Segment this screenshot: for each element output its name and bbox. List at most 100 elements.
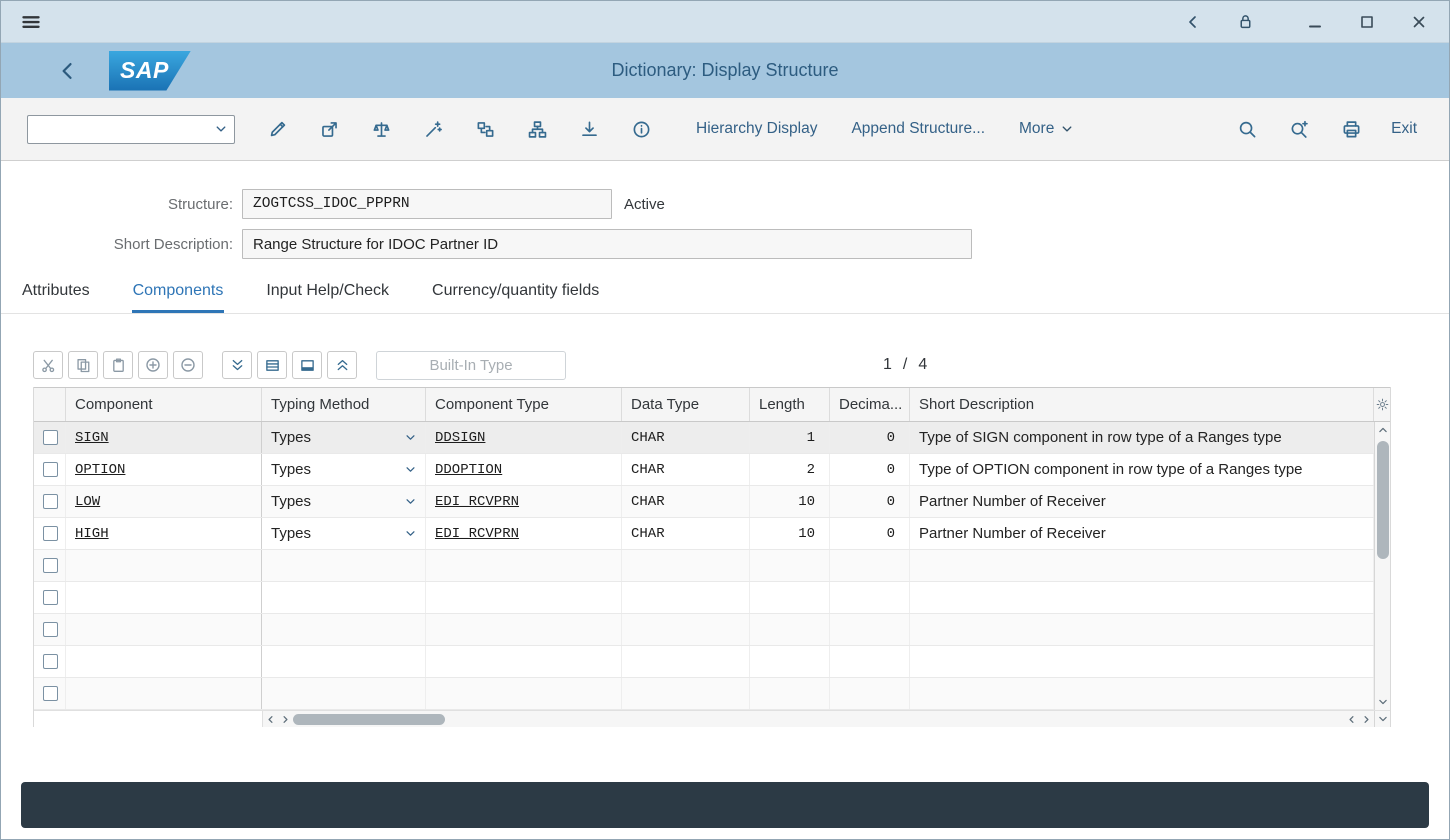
row-checkbox[interactable] <box>43 654 58 669</box>
insert-row-button[interactable] <box>257 351 287 379</box>
component-link[interactable]: LOW <box>75 494 100 510</box>
header-component[interactable]: Component <box>66 388 262 421</box>
exit-button[interactable]: Exit <box>1377 120 1423 138</box>
paste-button[interactable] <box>103 351 133 379</box>
table-row-empty <box>34 678 1374 710</box>
scroll-to-top-button[interactable] <box>327 351 357 379</box>
component-link[interactable]: HIGH <box>75 526 109 542</box>
component-type-link[interactable]: DDOPTION <box>435 462 502 478</box>
maximize-button[interactable] <box>1355 10 1379 34</box>
insert-line-button[interactable] <box>138 351 168 379</box>
tab-currency-quantity-fields[interactable]: Currency/quantity fields <box>431 271 600 313</box>
scroll-to-bottom-button[interactable] <box>222 351 252 379</box>
import-button[interactable] <box>563 111 615 147</box>
short-description-label: Short Description: <box>1 236 233 253</box>
row-checkbox[interactable] <box>43 686 58 701</box>
data-type-cell: CHAR <box>622 486 750 517</box>
information-button[interactable] <box>615 111 667 147</box>
delete-line-button[interactable] <box>173 351 203 379</box>
print-button[interactable] <box>1325 111 1377 147</box>
chevron-left-icon <box>1185 14 1201 30</box>
close-button[interactable] <box>1407 10 1431 34</box>
horizontal-scrollbar[interactable] <box>262 711 1374 727</box>
row-counter-current: 1 <box>883 356 892 374</box>
typing-method-select[interactable]: Types <box>262 422 426 453</box>
chevron-down-icon <box>405 464 416 475</box>
display-change-button[interactable] <box>251 111 303 147</box>
menu-hamburger-button[interactable] <box>19 10 43 34</box>
row-checkbox[interactable] <box>43 558 58 573</box>
more-button[interactable]: More <box>1002 111 1090 147</box>
vertical-scroll-thumb[interactable] <box>1377 441 1389 559</box>
header-select-column <box>34 388 66 421</box>
tab-components[interactable]: Components <box>132 271 225 313</box>
decimals-cell: 0 <box>830 486 910 517</box>
minimize-button[interactable] <box>1303 10 1327 34</box>
header-decimals[interactable]: Decima... <box>830 388 910 421</box>
component-link[interactable]: OPTION <box>75 462 125 478</box>
table-settings-button[interactable] <box>1374 388 1390 421</box>
row-checkbox[interactable] <box>43 462 58 477</box>
scroll-left-end-button[interactable] <box>1344 711 1359 727</box>
structure-input[interactable]: ZOGTCSS_IDOC_PPPRN <box>242 189 612 219</box>
scroll-up-button[interactable] <box>1375 422 1390 438</box>
info-icon <box>632 120 651 139</box>
row-checkbox[interactable] <box>43 526 58 541</box>
search-button[interactable] <box>1221 111 1273 147</box>
fixed-column-spacer <box>34 711 262 727</box>
length-cell: 1 <box>750 422 830 453</box>
length-cell: 2 <box>750 454 830 485</box>
vertical-scrollbar[interactable] <box>1374 422 1390 710</box>
close-icon <box>1411 14 1427 30</box>
typing-method-select[interactable]: Types <box>262 454 426 485</box>
component-type-link[interactable]: EDI_RCVPRN <box>435 526 519 542</box>
built-in-type-button[interactable]: Built-In Type <box>376 351 566 380</box>
scrollbar-corner[interactable] <box>1374 711 1390 727</box>
back-button[interactable] <box>55 58 81 84</box>
where-used-button[interactable] <box>459 111 511 147</box>
hierarchy-button[interactable] <box>511 111 563 147</box>
tab-input-help-check[interactable]: Input Help/Check <box>265 271 390 313</box>
scroll-left-button[interactable] <box>263 711 278 727</box>
components-grid: Built-In Type 1 / 4 Component Typing Met… <box>33 346 1391 727</box>
command-field[interactable] <box>27 115 235 144</box>
vertical-scroll-track[interactable] <box>1375 438 1390 694</box>
row-checkbox[interactable] <box>43 430 58 445</box>
header-length[interactable]: Length <box>750 388 830 421</box>
content-area: Structure: ZOGTCSS_IDOC_PPPRN Active Sho… <box>1 161 1449 839</box>
cut-button[interactable] <box>33 351 63 379</box>
session-lock-button[interactable] <box>1233 10 1257 34</box>
header-short-description[interactable]: Short Description <box>910 388 1374 421</box>
other-object-button[interactable] <box>303 111 355 147</box>
row-checkbox[interactable] <box>43 494 58 509</box>
search-more-button[interactable] <box>1273 111 1325 147</box>
component-link[interactable]: SIGN <box>75 430 109 446</box>
copy-button[interactable] <box>68 351 98 379</box>
component-type-link[interactable]: DDSIGN <box>435 430 485 446</box>
scroll-right-button[interactable] <box>278 711 293 727</box>
table-row-empty <box>34 550 1374 582</box>
row-checkbox[interactable] <box>43 622 58 637</box>
object-form: Structure: ZOGTCSS_IDOC_PPPRN Active Sho… <box>1 161 1449 259</box>
typing-method-select[interactable]: Types <box>262 518 426 549</box>
typing-method-select[interactable]: Types <box>262 486 426 517</box>
compare-button[interactable] <box>355 111 407 147</box>
titlebar-back-button[interactable] <box>1181 10 1205 34</box>
header-data-type[interactable]: Data Type <box>622 388 750 421</box>
header-typing-method[interactable]: Typing Method <box>262 388 426 421</box>
decimals-cell: 0 <box>830 454 910 485</box>
append-structure-button[interactable]: Append Structure... <box>834 111 1002 147</box>
short-description-input[interactable]: Range Structure for IDOC Partner ID <box>242 229 972 259</box>
search-plus-icon <box>1290 120 1309 139</box>
scroll-down-button[interactable] <box>1375 694 1390 710</box>
row-checkbox[interactable] <box>43 590 58 605</box>
tab-attributes[interactable]: Attributes <box>21 271 91 313</box>
header-component-type[interactable]: Component Type <box>426 388 622 421</box>
component-type-link[interactable]: EDI_RCVPRN <box>435 494 519 510</box>
hierarchy-display-button[interactable]: Hierarchy Display <box>679 111 834 147</box>
grid-toolbar: Built-In Type 1 / 4 <box>33 346 1391 384</box>
scroll-right-end-button[interactable] <box>1359 711 1374 727</box>
activate-button[interactable] <box>407 111 459 147</box>
horizontal-scroll-thumb[interactable] <box>293 714 445 725</box>
append-row-button[interactable] <box>292 351 322 379</box>
